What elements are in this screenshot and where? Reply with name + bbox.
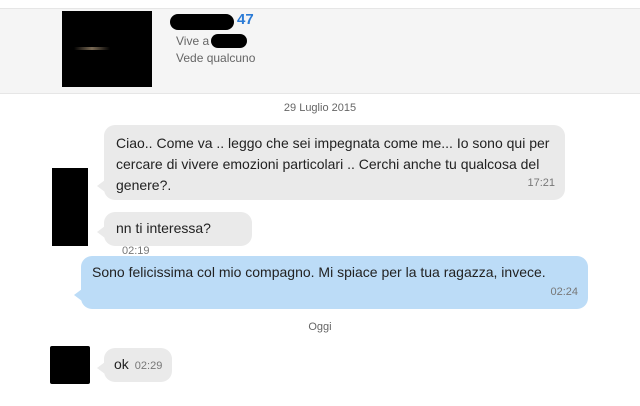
bubble-tail [74,289,82,301]
profile-avatar[interactable] [62,11,152,87]
message-text: nn ti interessa? [116,220,211,236]
message-bubble-incoming: Ciao.. Come va .. leggo che sei impegnat… [97,125,565,200]
message-bubble-outgoing: Sono felicissima col mio compagno. Mi sp… [74,256,588,309]
message-line: Ciao.. Come va .. leggo che sei impegnat… [116,135,550,151]
sender-avatar[interactable] [52,168,88,246]
date-separator: 29 Luglio 2015 [283,102,357,114]
message-time: 02:29 [134,360,163,372]
message-time: 02:24 [550,286,578,298]
message-text: ok [114,356,129,372]
sender-avatar[interactable] [50,346,90,384]
message-line: cercare di vivere emozioni particolari .… [116,156,540,172]
profile-location: Vive a [176,34,248,48]
lives-in-label: Vive a [176,34,210,48]
message-bubble-incoming: nn ti interessa?02:19 [97,212,252,257]
bubble-tail [97,362,105,374]
message-bubble-incoming: ok 02:29 [97,348,172,382]
date-separator: Oggi [308,321,332,333]
message-line: genere?. [116,177,172,193]
redacted-username [170,14,234,30]
message-text: Sono felicissima col mio compagno. Mi sp… [92,264,546,280]
bubble-tail [97,226,105,238]
profile-age[interactable]: 47 [237,11,254,28]
bubble-tail [97,180,105,192]
profile-header: 47 Vive a Vede qualcuno [0,8,640,94]
avatar-photo-detail [74,47,110,50]
message-time: 17:21 [527,177,555,189]
redacted-city [211,34,248,48]
relationship-status: Vede qualcuno [176,51,256,65]
